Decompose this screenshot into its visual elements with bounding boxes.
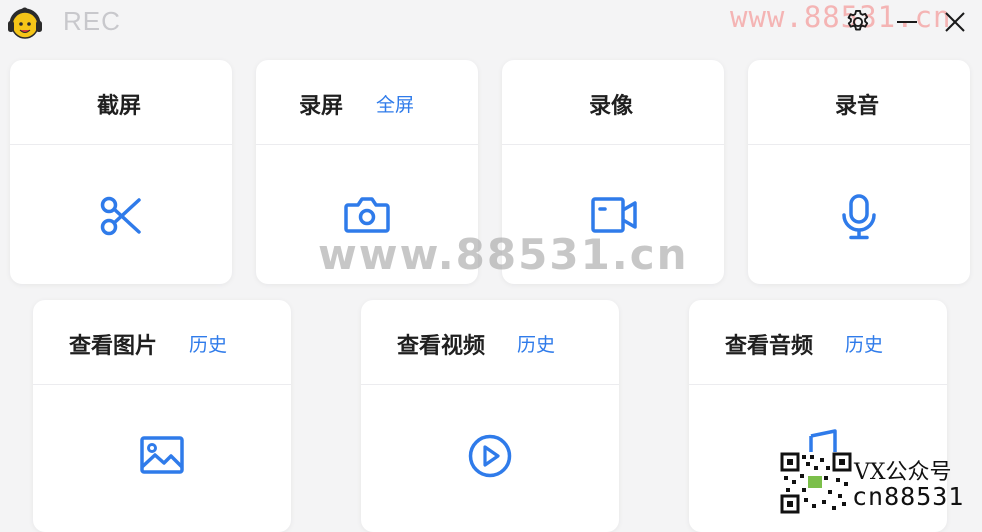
- play-circle-icon: [467, 433, 513, 479]
- screenshot-card[interactable]: 截屏: [10, 60, 232, 284]
- title-bar: REC www.88531.cn: [0, 0, 982, 44]
- card-title: 查看图片: [69, 334, 158, 359]
- qr-overlay: VX公众号 cn88531: [780, 452, 982, 514]
- scissors-icon: [99, 194, 143, 238]
- settings-button[interactable]: [844, 8, 872, 36]
- gear-icon: [847, 9, 869, 31]
- view-images-card[interactable]: 查看图片 历史: [33, 300, 291, 532]
- image-history-link[interactable]: 历史: [189, 330, 227, 357]
- audio-record-card[interactable]: 录音: [748, 60, 970, 284]
- minimize-icon: [897, 21, 917, 23]
- video-history-link[interactable]: 历史: [517, 330, 555, 357]
- card-title: 查看音频: [725, 334, 814, 359]
- app-logo-icon: [6, 4, 44, 42]
- card-header: 查看音频 历史: [689, 300, 947, 385]
- app-title: REC: [63, 6, 121, 36]
- card-header: 截屏: [10, 60, 232, 145]
- microphone-icon: [840, 193, 878, 241]
- close-icon: [945, 12, 965, 32]
- qr-code-icon: [780, 452, 852, 514]
- card-title: 截屏: [97, 94, 142, 119]
- overlay-text-id: cn88531: [852, 482, 965, 511]
- close-button[interactable]: [941, 8, 969, 36]
- minimize-button[interactable]: [893, 8, 921, 36]
- image-icon: [139, 435, 185, 475]
- card-header: 录像: [502, 60, 724, 145]
- card-title: 录屏: [299, 94, 344, 119]
- card-title: 录像: [589, 94, 634, 119]
- fullscreen-link[interactable]: 全屏: [376, 90, 414, 117]
- card-header: 查看视频 历史: [361, 300, 619, 385]
- card-header: 查看图片 历史: [33, 300, 291, 385]
- card-header: 录屏 全屏: [256, 60, 478, 145]
- card-title: 查看视频: [397, 334, 486, 359]
- watermark-center: www.88531.cn: [318, 230, 689, 279]
- audio-history-link[interactable]: 历史: [845, 330, 883, 357]
- card-header: 录音: [748, 60, 970, 145]
- card-title: 录音: [835, 94, 880, 119]
- view-videos-card[interactable]: 查看视频 历史: [361, 300, 619, 532]
